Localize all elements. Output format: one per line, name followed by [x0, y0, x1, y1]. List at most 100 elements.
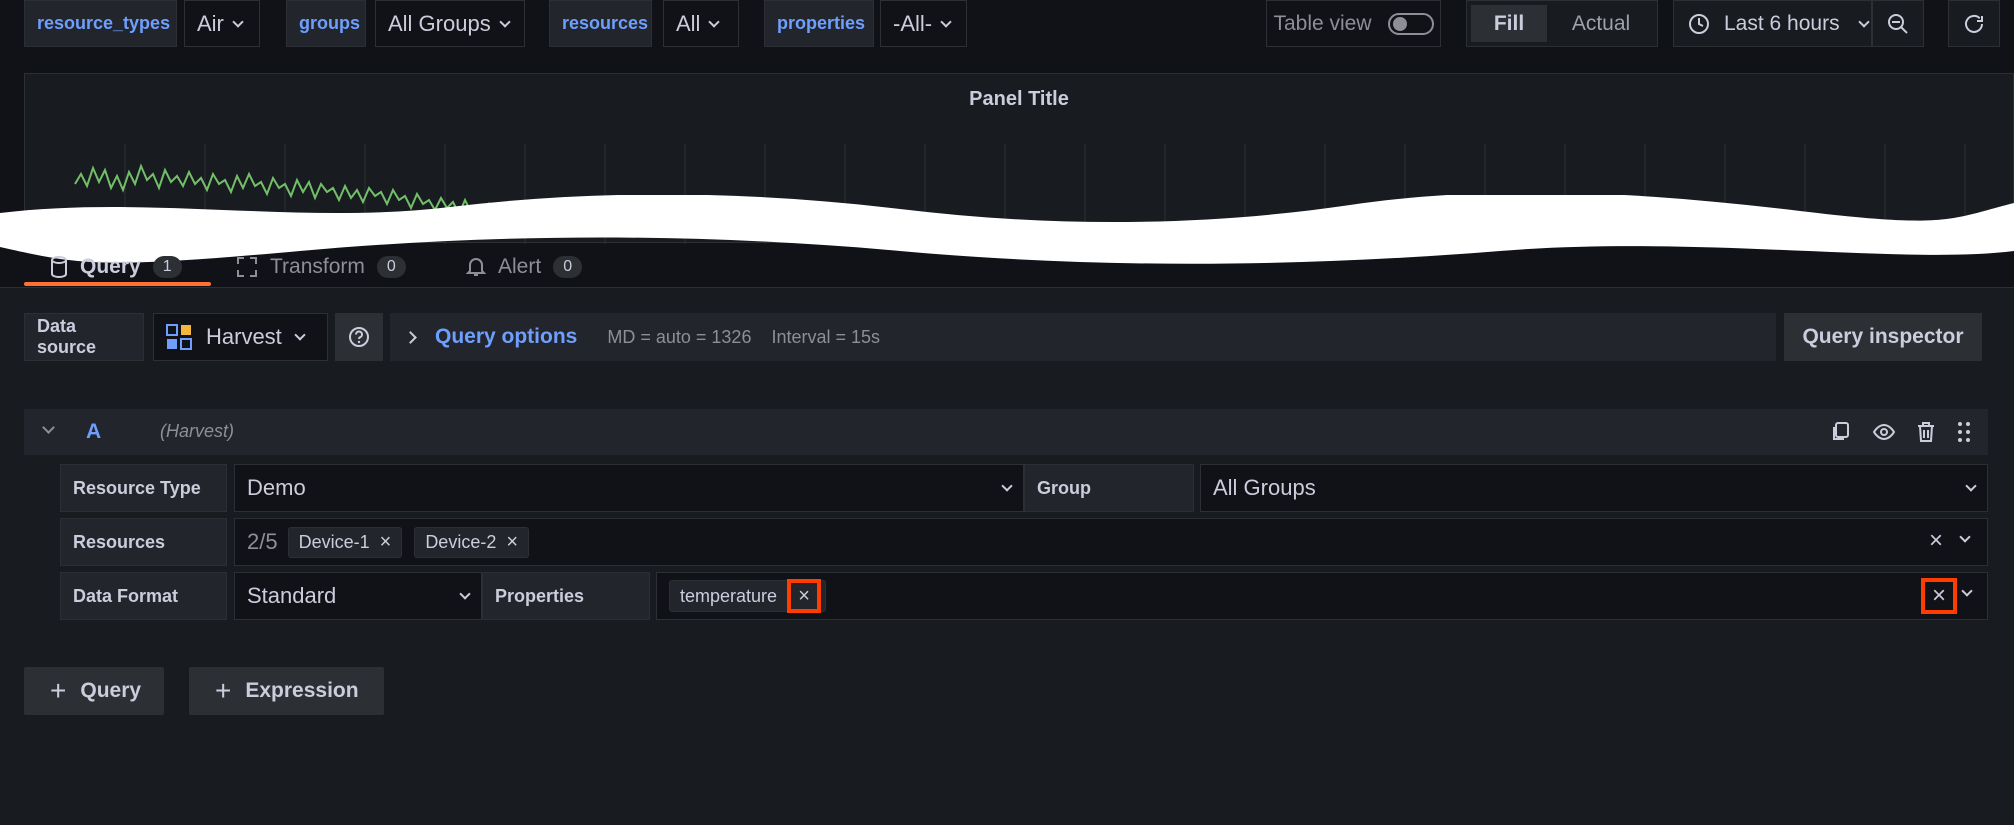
duplicate-query-icon[interactable]: [1830, 421, 1852, 443]
properties-label: Properties: [482, 572, 650, 620]
resources-label: Resources: [60, 518, 227, 566]
chevron-down-icon: [459, 588, 471, 600]
chevron-down-icon: [1857, 15, 1870, 28]
tab-label: Transform: [270, 255, 365, 278]
chip-label: Device-2: [425, 531, 497, 552]
datasource-value: Harvest: [206, 324, 282, 349]
toggle-switch[interactable]: [1387, 12, 1434, 35]
add-expression-label: Expression: [245, 679, 359, 702]
chevron-down-icon: [1959, 531, 1971, 543]
remove-chip-icon[interactable]: ×: [787, 579, 822, 613]
variable-select-properties[interactable]: -All-: [880, 0, 967, 47]
clock-icon: [1689, 13, 1709, 34]
resource-type-label: Resource Type: [60, 464, 227, 512]
drag-handle-icon[interactable]: [1957, 421, 1971, 443]
remove-chip-icon[interactable]: ×: [506, 532, 518, 552]
divider: [0, 287, 2014, 288]
chevron-down-icon: [708, 15, 721, 28]
chevron-down-icon: [294, 329, 306, 341]
zoom-out-button[interactable]: [1872, 0, 1924, 47]
tab-transform[interactable]: Transform 0: [236, 248, 406, 286]
resource-type-select[interactable]: Demo: [234, 464, 1024, 512]
max-data-points: MD = auto = 1326: [607, 326, 752, 347]
resources-multiselect[interactable]: 2/5 Device-1 × Device-2 × ×: [234, 518, 1988, 566]
fill-actual-radio: Fill Actual: [1466, 0, 1658, 47]
variable-label-resources: resources: [549, 0, 652, 47]
database-icon: [51, 256, 67, 278]
group-select[interactable]: All Groups: [1200, 464, 1988, 512]
remove-chip-icon[interactable]: ×: [380, 532, 392, 552]
data-format-value: Standard: [247, 583, 337, 608]
variable-select-groups[interactable]: All Groups: [375, 0, 525, 47]
tab-count: 0: [376, 256, 406, 278]
chevron-down-icon: [232, 15, 244, 28]
variable-value: -All-: [893, 10, 933, 36]
datasource-label: Data source: [24, 313, 144, 361]
add-expression-button[interactable]: + Expression: [189, 667, 384, 715]
resource-chip: Device-1 ×: [287, 526, 403, 558]
eye-icon[interactable]: [1872, 421, 1896, 443]
active-tab-indicator: [24, 282, 211, 286]
toggle-knob: [1392, 16, 1407, 31]
table-view-label: Table view: [1273, 11, 1372, 35]
refresh-button[interactable]: [1948, 0, 2000, 47]
resource-type-value: Demo: [247, 475, 306, 500]
chip-label: Device-1: [298, 531, 370, 552]
plus-icon: +: [50, 675, 67, 706]
refresh-icon: [1965, 14, 1983, 33]
data-format-label: Data Format: [60, 572, 227, 620]
tab-count: 1: [152, 256, 182, 278]
tab-alert[interactable]: Alert 0: [466, 248, 583, 286]
query-editor: Data source Harvest Query options MD = a…: [0, 287, 2014, 825]
variable-value: All Groups: [388, 10, 491, 36]
trash-icon[interactable]: [1916, 421, 1936, 443]
help-icon: [349, 327, 369, 347]
variable-value: All: [676, 10, 701, 36]
variable-label-groups: groups: [286, 0, 366, 47]
collapse-chevron-icon[interactable]: [42, 421, 55, 434]
tab-label: Query: [80, 255, 141, 278]
chevron-down-icon: [1001, 480, 1013, 492]
chip-label: temperature: [680, 585, 778, 606]
query-options-bar[interactable]: Query options MD = auto = 1326 Interval …: [390, 313, 1776, 361]
variable-label-properties: properties: [764, 0, 874, 47]
tab-query[interactable]: Query 1: [50, 248, 182, 286]
tab-count: 0: [553, 256, 583, 278]
variable-select-resources[interactable]: All: [663, 0, 739, 47]
resources-count: 2/5: [247, 529, 278, 554]
transform-icon: [237, 257, 257, 277]
add-query-label: Query: [80, 679, 142, 702]
add-query-button[interactable]: + Query: [24, 667, 164, 715]
table-view-toggle[interactable]: Table view: [1266, 0, 1441, 47]
chevron-down-icon: [1961, 585, 1973, 597]
datasource-picker[interactable]: Harvest: [153, 313, 328, 361]
clear-all-icon[interactable]: ×: [1921, 578, 1957, 614]
query-inspector-button[interactable]: Query inspector: [1784, 313, 1982, 361]
bell-icon: [466, 258, 486, 276]
group-value: All Groups: [1213, 475, 1316, 500]
chevron-down-icon: [1965, 480, 1977, 492]
fill-button[interactable]: Fill: [1471, 5, 1547, 42]
group-label: Group: [1024, 464, 1194, 512]
chevron-down-icon: [499, 15, 511, 28]
query-row-header: A (Harvest): [24, 409, 1988, 455]
property-chip: temperature ×: [669, 579, 827, 613]
query-ref[interactable]: A: [86, 420, 101, 444]
actual-button[interactable]: Actual: [1551, 5, 1651, 42]
properties-multiselect[interactable]: temperature × ×: [656, 572, 1988, 620]
query-options-label[interactable]: Query options: [435, 325, 577, 349]
tab-label: Alert: [498, 255, 542, 278]
query-source: (Harvest): [160, 421, 235, 441]
data-format-select[interactable]: Standard: [234, 572, 482, 620]
datasource-help-button[interactable]: [335, 313, 383, 361]
variable-label-resource-types: resource_types: [24, 0, 177, 47]
time-range-label: Last 6 hours: [1724, 11, 1840, 35]
time-range-picker[interactable]: Last 6 hours: [1673, 0, 1872, 47]
zoom-out-icon: [1888, 13, 1908, 34]
chevron-right-icon: [404, 330, 417, 344]
interval: Interval = 15s: [771, 326, 881, 347]
variable-select-resource-types[interactable]: Air: [184, 0, 260, 47]
plus-icon: +: [215, 675, 232, 706]
chevron-down-icon: [940, 15, 952, 28]
clear-all-icon[interactable]: ×: [1929, 529, 1943, 553]
